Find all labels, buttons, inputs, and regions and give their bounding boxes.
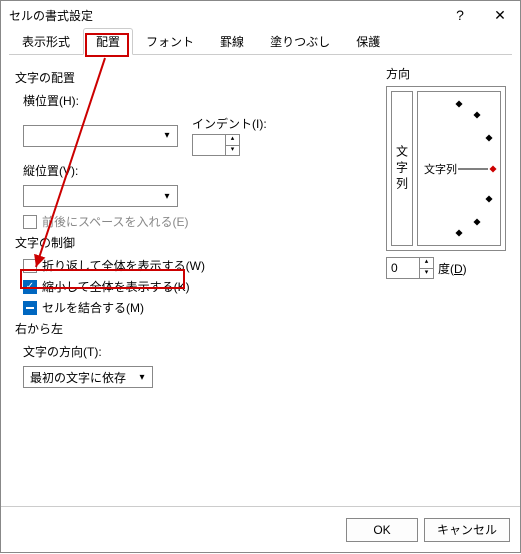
- tab-number[interactable]: 表示形式: [9, 28, 83, 54]
- direction-select-value: 最初の文字に依存: [26, 369, 134, 386]
- window-title: セルの書式設定: [9, 7, 440, 24]
- rtl-group-title: 右から左: [15, 320, 376, 337]
- vert-label: 縦位置(V):: [23, 164, 78, 178]
- indent-input[interactable]: [193, 138, 225, 152]
- indent-spinner[interactable]: ▴ ▾: [192, 134, 240, 156]
- tab-font[interactable]: フォント: [133, 28, 207, 54]
- degree-label: 度(D): [438, 260, 467, 277]
- degree-spinner[interactable]: ▴ ▾: [386, 257, 434, 279]
- indent-label: インデント(I):: [192, 115, 267, 132]
- direction-label: 文字の方向(T):: [23, 345, 102, 359]
- tab-border[interactable]: 罫線: [207, 28, 257, 54]
- tab-fill[interactable]: 塗りつぶし: [257, 28, 343, 54]
- horiz-select[interactable]: ▾: [23, 125, 178, 147]
- chevron-down-icon: ▾: [159, 130, 175, 141]
- vertical-text-label: 文字列: [394, 145, 411, 193]
- shrink-checkbox[interactable]: ✓: [23, 280, 37, 294]
- distributed-label: 前後にスペースを入れる(E): [42, 213, 189, 230]
- direction-select[interactable]: 最初の文字に依存 ▾: [23, 366, 153, 388]
- text-align-group-title: 文字の配置: [15, 69, 376, 86]
- tab-protection[interactable]: 保護: [343, 28, 393, 54]
- distributed-checkbox[interactable]: [23, 215, 37, 229]
- vert-select[interactable]: ▾: [23, 185, 178, 207]
- cancel-button[interactable]: キャンセル: [424, 518, 510, 542]
- ok-button[interactable]: OK: [346, 518, 418, 542]
- merge-label: セルを結合する(M): [42, 299, 144, 316]
- spinner-down-icon[interactable]: ▾: [419, 268, 433, 278]
- wrap-checkbox[interactable]: [23, 259, 37, 273]
- chevron-down-icon: ▾: [134, 372, 150, 383]
- orientation-box: 文字列 文字列: [386, 86, 506, 251]
- close-icon[interactable]: ✕: [480, 1, 520, 29]
- wrap-label: 折り返して全体を表示する(W): [42, 257, 205, 274]
- orientation-group-title: 方向: [386, 65, 506, 82]
- spinner-up-icon[interactable]: ▴: [225, 135, 239, 145]
- shrink-label: 縮小して全体を表示する(K): [42, 278, 190, 295]
- help-icon[interactable]: ?: [440, 1, 480, 29]
- spinner-up-icon[interactable]: ▴: [419, 258, 433, 268]
- vertical-text-button[interactable]: 文字列: [391, 91, 413, 246]
- degree-input[interactable]: [387, 261, 419, 275]
- horiz-label: 横位置(H):: [23, 94, 79, 108]
- tab-alignment[interactable]: 配置: [83, 28, 133, 55]
- spinner-down-icon[interactable]: ▾: [225, 145, 239, 155]
- text-control-group-title: 文字の制御: [15, 234, 376, 251]
- orientation-dial[interactable]: 文字列: [417, 91, 501, 246]
- dial-text: 文字列: [424, 161, 457, 177]
- merge-checkbox[interactable]: [23, 301, 37, 315]
- chevron-down-icon: ▾: [159, 191, 175, 202]
